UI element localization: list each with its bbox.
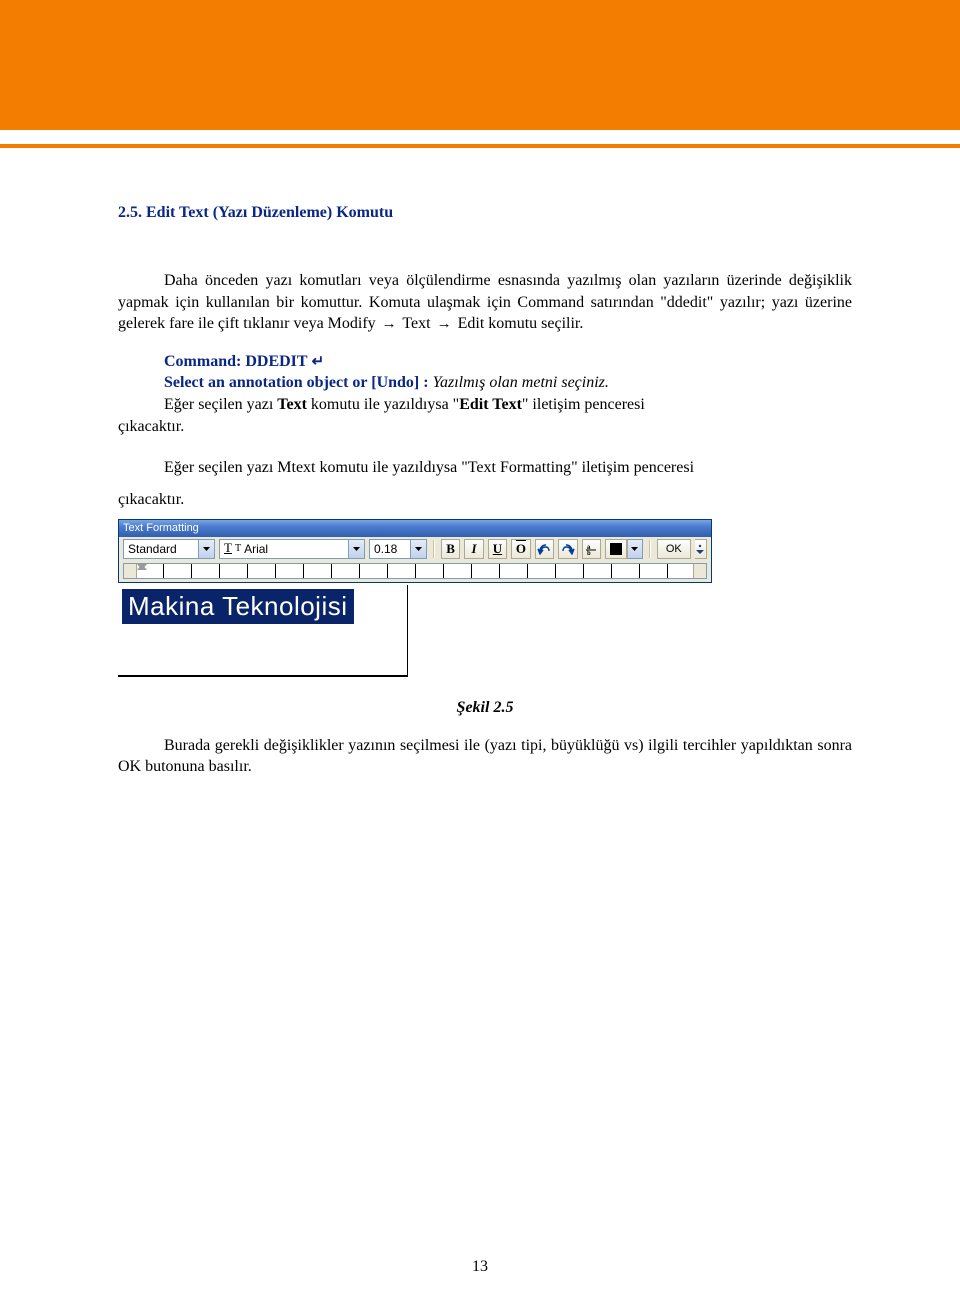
stack-icon: a b — [585, 543, 597, 555]
font-display[interactable]: TT Arial — [219, 539, 349, 559]
selected-text[interactable]: Makina Teknolojisi — [122, 589, 354, 624]
height-combo[interactable]: 0.18 — [369, 539, 427, 559]
separator — [433, 540, 435, 558]
style-dropdown-button[interactable] — [199, 539, 215, 559]
chevron-down-icon — [415, 547, 422, 551]
figure-caption: Şekil 2.5 — [118, 699, 852, 717]
section-heading: 2.5. Edit Text (Yazı Düzenleme) Komutu — [118, 204, 852, 222]
color-combo[interactable] — [605, 539, 643, 559]
command-line-2-note: Yazılmış olan metni seçiniz. — [433, 374, 609, 391]
mtext-editor-area[interactable]: Makina Teknolojisi — [118, 585, 408, 677]
para3-text: Eğer seçilen yazı Mtext komutu ile yazıl… — [164, 459, 694, 476]
font-combo[interactable]: TT Arial — [219, 539, 365, 559]
text-formatting-window: Text Formatting Standard TT Arial — [118, 519, 712, 583]
command-line-2-prompt: Select an annotation object or [Undo] : — [164, 374, 429, 391]
ok-button[interactable]: OK — [657, 539, 691, 559]
result-text-c: " iletişim penceresi — [522, 396, 645, 413]
mtext-paragraph: Eğer seçilen yazı Mtext komutu ile yazıl… — [118, 457, 852, 479]
page-content: 2.5. Edit Text (Yazı Düzenleme) Komutu D… — [0, 148, 960, 778]
color-dropdown-button[interactable] — [627, 539, 643, 559]
bold-button[interactable]: B — [441, 539, 460, 559]
page-number: 13 — [0, 1258, 960, 1276]
figure-text-formatting: Text Formatting Standard TT Arial — [118, 519, 852, 677]
color-swatch[interactable] — [605, 539, 627, 559]
arrow-right-icon: → — [435, 315, 454, 332]
redo-button[interactable] — [558, 539, 577, 559]
para1-text-b: Text — [399, 315, 435, 332]
chevron-down-icon — [631, 547, 638, 551]
result-text-b: komutu ile yazıldıysa " — [307, 396, 459, 413]
font-value: Arial — [244, 542, 268, 556]
font-dropdown-button[interactable] — [349, 539, 365, 559]
separator — [649, 540, 651, 558]
toolbar-row: Standard TT Arial 0.18 — [119, 537, 711, 561]
underline-button[interactable]: U — [488, 539, 507, 559]
height-dropdown-button[interactable] — [411, 539, 427, 559]
height-value[interactable]: 0.18 — [369, 539, 411, 559]
closing-text: Burada gerekli değişiklikler yazının seç… — [118, 737, 852, 776]
undo-icon — [537, 543, 551, 555]
intro-paragraph: Daha önceden yazı komutları veya ölçülen… — [118, 270, 852, 335]
enter-icon: ↵ — [312, 353, 325, 370]
style-value[interactable]: Standard — [123, 539, 199, 559]
svg-text:b: b — [587, 551, 591, 555]
command-line-1: Command: DDEDIT — [164, 353, 308, 370]
ruler-row — [119, 561, 711, 582]
command-result-end: çıkacaktır. — [118, 416, 852, 438]
chevron-down-icon — [353, 547, 360, 551]
header-orange-banner — [0, 0, 960, 130]
overflow-icon — [696, 543, 704, 555]
mtext-paragraph-end: çıkacaktır. — [118, 491, 852, 509]
redo-icon — [561, 543, 575, 555]
stack-button[interactable]: a b — [582, 539, 601, 559]
ruler[interactable] — [123, 563, 707, 579]
arrow-right-icon: → — [380, 315, 399, 332]
left-indent-marker[interactable] — [137, 564, 147, 570]
window-titlebar: Text Formatting — [119, 520, 711, 537]
undo-button[interactable] — [535, 539, 554, 559]
command-block: Command: DDEDIT ↵ Select an annotation o… — [118, 351, 852, 437]
overline-button[interactable]: O — [511, 539, 530, 559]
para1-text-c: Edit komutu seçilir. — [454, 315, 584, 332]
result-text-bold-2: Edit Text — [459, 396, 522, 413]
result-text-bold-1: Text — [277, 396, 307, 413]
command-result: Eğer seçilen yazı Text komutu ile yazıld… — [118, 394, 852, 416]
overflow-button[interactable] — [695, 539, 707, 559]
style-combo[interactable]: Standard — [123, 539, 215, 559]
result-text-a: Eğer seçilen yazı — [164, 396, 277, 413]
italic-button[interactable]: I — [464, 539, 483, 559]
chevron-down-icon — [203, 547, 210, 551]
closing-paragraph: Burada gerekli değişiklikler yazının seç… — [118, 735, 852, 778]
